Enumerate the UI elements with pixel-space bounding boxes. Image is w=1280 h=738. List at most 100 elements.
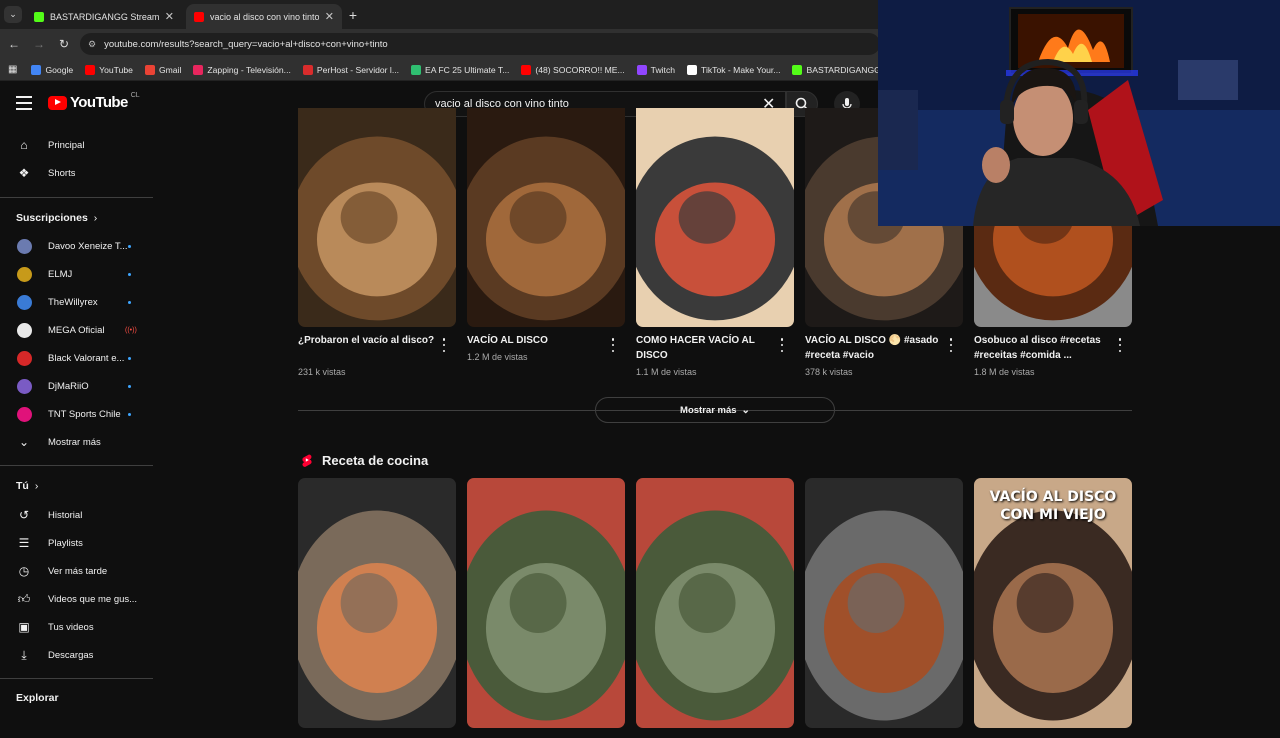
video-thumbnail-image: [467, 108, 625, 327]
video-thumbnail-image: [636, 108, 794, 327]
short-thumbnail[interactable]: [636, 478, 794, 728]
short-views: 1.2 M de vistas: [467, 352, 528, 362]
live-icon: ((•)): [125, 326, 137, 334]
avatar: [17, 266, 32, 282]
sidebar-item-watch-later[interactable]: ◷ Ver más tarde: [0, 557, 153, 585]
short-thumbnail[interactable]: [298, 478, 456, 728]
sidebar-item-music[interactable]: [0, 710, 153, 738]
video-thumbnail-image: [805, 478, 963, 728]
sidebar-item-label: MEGA Oficial: [48, 324, 105, 336]
sidebar-item-label: Davoo Xeneize T...: [48, 240, 128, 252]
more-options-icon[interactable]: [442, 338, 446, 352]
bookmark-label: (48) SOCORRO!! ME...: [535, 64, 625, 75]
explore-header: Explorar: [16, 692, 59, 704]
new-tab-button[interactable]: +: [344, 6, 362, 23]
close-icon[interactable]: ✕: [165, 10, 174, 23]
more-options-icon[interactable]: [949, 338, 953, 352]
close-icon[interactable]: ✕: [325, 10, 334, 23]
short-thumbnail[interactable]: [467, 108, 625, 327]
short-thumbnail[interactable]: [298, 108, 456, 327]
sidebar-item-label: TNT Sports Chile: [48, 408, 121, 420]
short-title[interactable]: VACÍO AL DISCO: [467, 333, 607, 348]
short-title[interactable]: ¿Probaron el vacío al disco?: [298, 333, 438, 348]
sidebar-item-principal[interactable]: ⌂ Principal: [0, 131, 153, 159]
sidebar-item-label: DjMaRiiO: [48, 380, 89, 392]
watch-later-icon: ◷: [18, 564, 30, 578]
more-options-icon[interactable]: [780, 338, 784, 352]
back-button[interactable]: ←: [3, 33, 25, 55]
sidebar-item-download[interactable]: ⤓ Descargas: [0, 641, 153, 669]
sidebar-item-label: Shorts: [48, 167, 76, 179]
sidebar-item-subscription[interactable]: TNT Sports Chile: [0, 400, 153, 428]
address-bar[interactable]: ⚙ youtube.com/results?search_query=vacio…: [80, 33, 880, 55]
bookmark-item[interactable]: Gmail: [144, 64, 181, 75]
sidebar-show-more[interactable]: ⌄ Mostrar más: [0, 428, 153, 456]
show-more-button[interactable]: Mostrar más ⌄: [595, 397, 835, 423]
short-title[interactable]: Osobuco al disco #recetas #receitas #com…: [974, 333, 1114, 363]
short-thumbnail[interactable]: VACÍO AL DISCO CON MI VIEJO: [974, 478, 1132, 728]
sidebar-item-playlists[interactable]: ☰ Playlists: [0, 529, 153, 557]
menu-icon[interactable]: [16, 96, 32, 110]
bookmark-item[interactable]: (48) SOCORRO!! ME...: [521, 64, 625, 75]
site-info-icon[interactable]: ⚙: [88, 39, 96, 50]
sidebar-item-like[interactable]: 👍︎ Videos que me gus...: [0, 585, 153, 613]
chevron-right-icon: ›: [34, 480, 39, 492]
sidebar-item-history[interactable]: ↺ Historial: [0, 501, 153, 529]
more-options-icon[interactable]: [1118, 338, 1122, 352]
tab-search-chevron-icon[interactable]: ⌄: [4, 6, 22, 23]
more-options-icon[interactable]: [611, 338, 615, 352]
short-title[interactable]: COMO HACER VACÍO AL DISCO: [636, 333, 776, 363]
sidebar-item-your-videos[interactable]: ▣ Tus videos: [0, 613, 153, 641]
shorts-icon: [302, 454, 312, 467]
forward-button[interactable]: →: [28, 33, 50, 55]
sidebar-item-subscription[interactable]: Davoo Xeneize T...: [0, 232, 153, 260]
chevron-down-icon: ⌄: [741, 404, 750, 416]
sidebar-item-subscription[interactable]: MEGA Oficial ((•)): [0, 316, 153, 344]
subscriptions-header[interactable]: Suscripciones ›: [16, 212, 97, 224]
sidebar-item-label: Principal: [48, 139, 85, 151]
sidebar-item-subscription[interactable]: TheWillyrex: [0, 288, 153, 316]
bookmark-item[interactable]: Zapping - Televisión...: [193, 64, 291, 75]
video-thumbnail-image: [467, 478, 625, 728]
sidebar-item-subscription[interactable]: Black Valorant e...: [0, 344, 153, 372]
bookmark-item[interactable]: EA FC 25 Ultimate T...: [410, 64, 509, 75]
sidebar: ⌂ Principal ❖ Shorts Suscripciones › Davoo Xen…: [0, 126, 153, 720]
sidebar-item-shorts[interactable]: ❖ Shorts: [0, 159, 153, 187]
bookmark-favicon-icon: [521, 64, 532, 75]
apps-icon[interactable]: ▦: [8, 64, 17, 75]
bookmark-item[interactable]: Twitch: [636, 64, 676, 75]
reload-button[interactable]: ↻: [53, 33, 75, 55]
bookmark-item[interactable]: PerHost - Servidor l...: [302, 64, 399, 75]
bookmark-favicon-icon: [193, 64, 204, 75]
youtube-logo[interactable]: YouTube CL: [48, 92, 140, 111]
chevron-right-icon: ›: [93, 212, 98, 224]
video-thumbnail-image: [636, 478, 794, 728]
new-content-dot: [128, 300, 131, 304]
sidebar-item-label: Tus videos: [48, 621, 94, 633]
short-thumbnail[interactable]: [805, 478, 963, 728]
short-title[interactable]: VACÍO AL DISCO 🌕 #asado #receta #vacio: [805, 333, 945, 363]
like-icon: 👍︎: [17, 591, 31, 606]
short-thumbnail[interactable]: [467, 478, 625, 728]
bookmark-item[interactable]: YouTube: [85, 64, 133, 75]
bookmark-label: Twitch: [650, 64, 676, 75]
video-thumbnail-image: [298, 478, 456, 728]
short-views: 1.1 M de vistas: [636, 367, 697, 377]
bookmark-item[interactable]: Google: [31, 64, 73, 75]
country-code: CL: [130, 92, 140, 99]
short-thumbnail[interactable]: [636, 108, 794, 327]
bookmark-item[interactable]: TikTok - Make Your...: [687, 64, 780, 75]
you-header[interactable]: Tú ›: [16, 480, 38, 492]
sidebar-item-label: Mostrar más: [48, 436, 101, 448]
you-header-label: Tú: [16, 480, 29, 492]
sidebar-item-subscription[interactable]: ELMJ: [0, 260, 153, 288]
sidebar-item-subscription[interactable]: DjMaRiiO: [0, 372, 153, 400]
youtube-icon: [194, 11, 204, 22]
tab-twitch-stream[interactable]: BASTARDIGANGG Stream - Wa ✕: [26, 4, 182, 29]
avatar: [17, 378, 32, 394]
webcam-overlay: [878, 0, 1280, 226]
tab-youtube-search[interactable]: vacio al disco con vino tinto - Y ✕: [186, 4, 342, 29]
bookmark-favicon-icon: [687, 64, 698, 75]
bookmark-favicon-icon: [410, 64, 421, 75]
thumbnail-overlay-text: VACÍO AL DISCO CON MI VIEJO: [989, 489, 1117, 523]
